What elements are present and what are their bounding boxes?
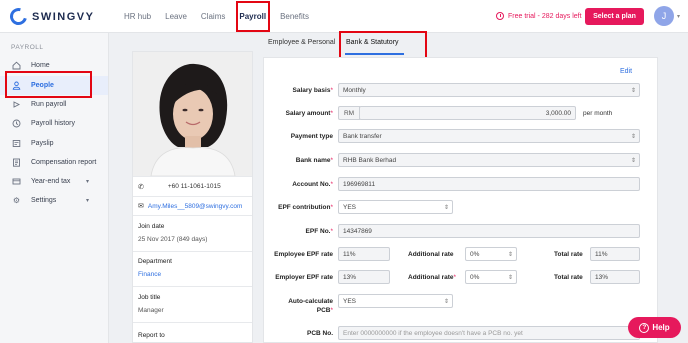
logo-mark-icon xyxy=(6,4,31,29)
bank-name-select[interactable]: RHB Bank Berhad xyxy=(338,153,640,167)
mail-icon: ✉ xyxy=(138,203,144,210)
sidebar-item-label: Home xyxy=(31,62,50,69)
employee-total-rate-value: 11% xyxy=(590,247,640,261)
currency-prefix: RM xyxy=(338,106,360,120)
salary-amount-label: Salary amount* xyxy=(285,110,333,117)
highlight-payroll-nav xyxy=(236,1,270,32)
employer-additional-rate-label: Additional rate* xyxy=(408,274,457,281)
divider xyxy=(133,215,252,216)
sidebar-item-label: Compensation report xyxy=(31,159,97,166)
email-row: ✉ Amy.Miles__5809@swingvy.com xyxy=(133,196,252,215)
employee-additional-rate-label: Additional rate xyxy=(408,251,454,258)
chevron-down-icon[interactable]: ▾ xyxy=(677,13,680,20)
sidebar-item-settings[interactable]: ⚙ Settings ▾ xyxy=(0,191,108,210)
nav-hr-hub[interactable]: HR hub xyxy=(124,12,151,21)
department-link[interactable]: Finance xyxy=(138,271,161,278)
trial-text: Free trial - 282 days left xyxy=(508,12,582,20)
epf-contribution-label: EPF contribution* xyxy=(278,204,333,211)
join-date-value: 25 Nov 2017 (849 days) xyxy=(138,236,208,243)
profile-card: ✆ +60 11-1061-1015 ✉ Amy.Miles__5809@swi… xyxy=(132,51,253,343)
nav-benefits[interactable]: Benefits xyxy=(280,12,309,21)
epf-contribution-select[interactable]: YES xyxy=(338,200,453,214)
email-link[interactable]: Amy.Miles__5809@swingvy.com xyxy=(148,203,243,210)
clock-icon xyxy=(496,12,504,20)
gear-icon: ⚙ xyxy=(12,196,21,205)
salary-amount-suffix: per month xyxy=(583,110,613,117)
sidebar-item-label: Year-end tax xyxy=(31,178,71,185)
logo-text: SWINGVY xyxy=(32,10,95,23)
divider xyxy=(133,286,252,287)
sidebar-item-year-end-tax[interactable]: Year-end tax ▾ xyxy=(0,172,108,191)
employer-epf-rate-label: Employer EPF rate xyxy=(275,274,333,281)
tab-bank-statutory[interactable]: Bank & Statutory xyxy=(346,39,399,46)
active-tab-indicator xyxy=(345,53,404,55)
tab-employee-personal[interactable]: Employee & Personal xyxy=(268,39,335,46)
pcb-no-input[interactable]: Enter 0000000000 if the employee doesn't… xyxy=(338,326,640,340)
phone-icon: ✆ xyxy=(138,183,144,191)
question-icon: ? xyxy=(639,322,650,333)
top-nav: HR hub Leave Claims Payroll Benefits xyxy=(124,0,323,33)
pcb-no-label: PCB No. xyxy=(307,330,333,337)
sidebar-item-label: Payroll history xyxy=(31,120,75,127)
help-button[interactable]: ? Help xyxy=(628,317,681,338)
join-date-label: Join date xyxy=(138,223,165,230)
profile-photo xyxy=(133,52,252,176)
edit-link[interactable]: Edit xyxy=(620,68,632,75)
divider xyxy=(133,251,252,252)
employer-total-rate-label: Total rate xyxy=(554,274,583,281)
salary-amount-input[interactable]: 3,000.00 xyxy=(359,106,576,120)
salary-basis-label: Salary basis* xyxy=(292,87,333,94)
help-label: Help xyxy=(652,323,670,332)
payment-type-label: Payment type xyxy=(290,133,333,140)
nav-claims[interactable]: Claims xyxy=(201,12,225,21)
run-payroll-icon xyxy=(12,100,21,109)
phone-number: +60 11-1061-1015 xyxy=(167,183,221,190)
epf-no-input[interactable]: 14347869 xyxy=(338,224,640,238)
department-label: Department xyxy=(138,258,172,265)
history-icon xyxy=(12,119,21,128)
sidebar-item-compensation-report[interactable]: Compensation report xyxy=(0,153,108,172)
tax-icon xyxy=(12,177,21,186)
nav-leave[interactable]: Leave xyxy=(165,12,187,21)
employer-additional-rate-select[interactable]: 0% xyxy=(465,270,517,284)
chevron-down-icon[interactable]: ▾ xyxy=(86,197,89,204)
account-no-label: Account No.* xyxy=(292,181,333,188)
highlight-people-item xyxy=(5,71,92,98)
trial-notice: Free trial - 282 days left xyxy=(496,12,582,20)
report-to-label: Report to xyxy=(138,332,165,339)
select-plan-button[interactable]: Select a plan xyxy=(585,8,644,25)
swingvy-logo[interactable]: SWINGVY xyxy=(6,4,95,29)
phone-row: ✆ +60 11-1061-1015 xyxy=(133,176,252,196)
sidebar-item-label: Run payroll xyxy=(31,101,67,108)
auto-pcb-label: Auto-calculate PCB* xyxy=(288,298,333,314)
employer-total-rate-value: 13% xyxy=(590,270,640,284)
sidebar-item-label: Settings xyxy=(31,197,57,204)
salary-basis-select[interactable]: Monthly xyxy=(338,83,640,97)
auto-pcb-select[interactable]: YES xyxy=(338,294,453,308)
sidebar-item-payslip[interactable]: Payslip xyxy=(0,134,108,153)
divider xyxy=(133,322,252,323)
account-no-input[interactable]: 196969811 xyxy=(338,177,640,191)
report-icon xyxy=(12,158,21,167)
top-bar: SWINGVY HR hub Leave Claims Payroll Bene… xyxy=(0,0,688,33)
employee-additional-rate-select[interactable]: 0% xyxy=(465,247,517,261)
bank-name-label: Bank name* xyxy=(295,157,333,164)
payment-type-select[interactable]: Bank transfer xyxy=(338,129,640,143)
employee-epf-rate-input[interactable]: 11% xyxy=(338,247,390,261)
employer-epf-rate-input[interactable]: 13% xyxy=(338,270,390,284)
payslip-icon xyxy=(12,139,21,148)
employee-total-rate-label: Total rate xyxy=(554,251,583,258)
job-title-value: Manager xyxy=(138,307,164,314)
home-icon xyxy=(12,61,21,70)
chevron-down-icon[interactable]: ▾ xyxy=(86,178,89,185)
sidebar-item-label: Payslip xyxy=(31,140,54,147)
sidebar-item-payroll-history[interactable]: Payroll history xyxy=(0,114,108,133)
job-title-label: Job title xyxy=(138,294,161,301)
employee-epf-rate-label: Employee EPF rate xyxy=(274,251,333,258)
sidebar-section-title: PAYROLL xyxy=(11,44,44,51)
user-avatar[interactable]: J xyxy=(654,6,674,26)
epf-no-label: EPF No.* xyxy=(305,228,333,235)
